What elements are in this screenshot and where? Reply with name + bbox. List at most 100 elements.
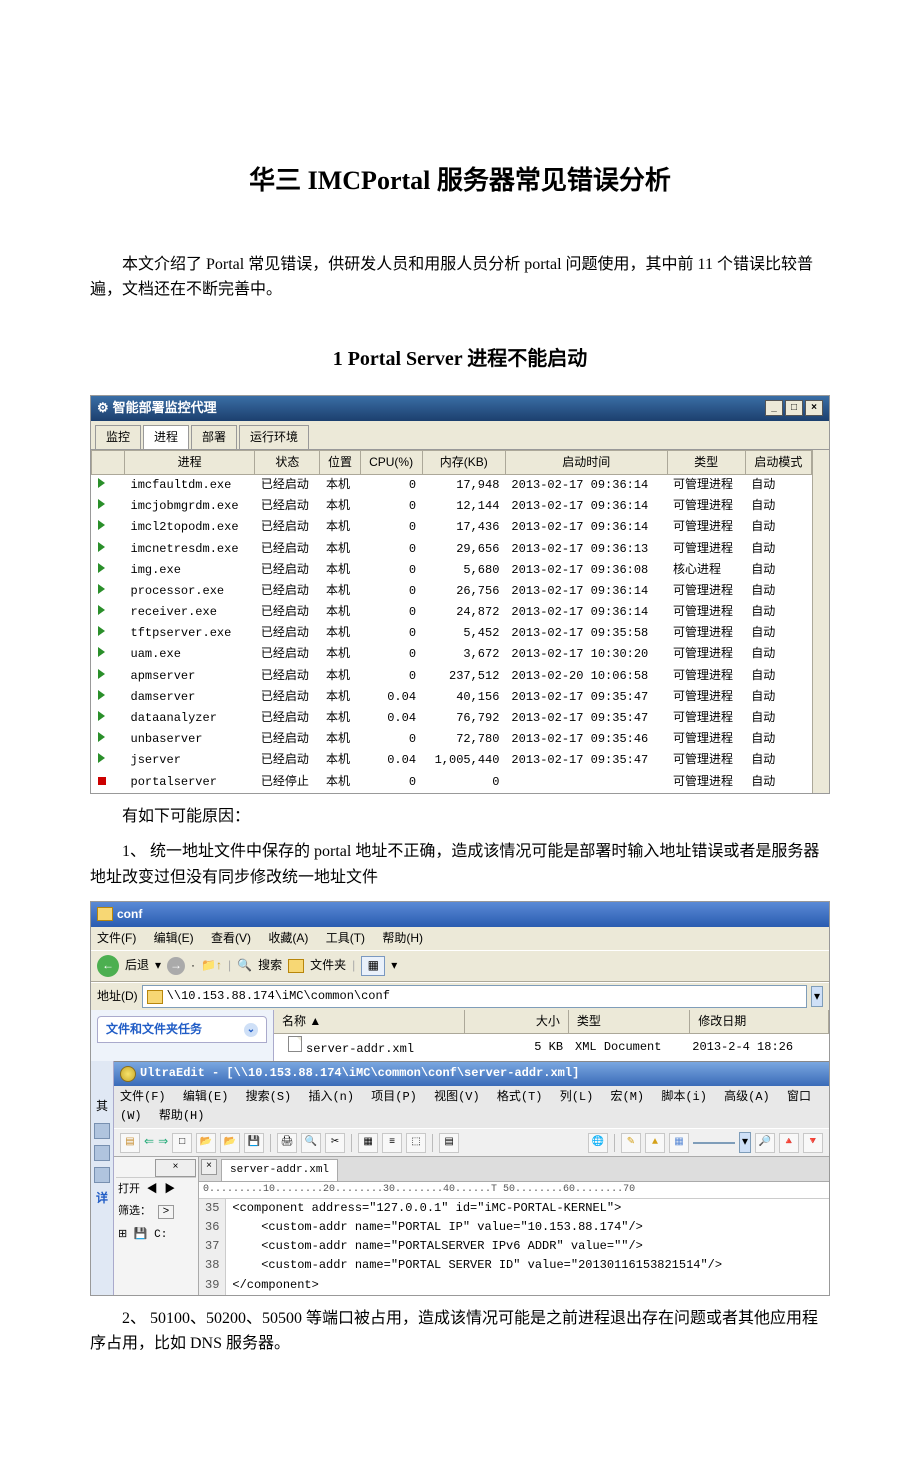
scrollbar[interactable] [812,450,829,793]
ue-editor[interactable]: 35 36 37 38 39 <component address="127.0… [199,1199,829,1295]
menu-fav[interactable]: 收藏(A) [268,931,308,945]
pane-close-icon[interactable]: × [155,1159,196,1177]
col-start[interactable]: 启动时间 [505,450,667,474]
col-icon[interactable] [92,450,125,474]
views-dropdown-icon[interactable]: ▾ [391,956,397,975]
col-size[interactable]: 大小 [465,1010,569,1033]
table-row[interactable]: apmserver已经启动本机0237,5122013-02-20 10:06:… [92,666,812,687]
col-mode[interactable]: 启动模式 [745,450,811,474]
table-row[interactable]: imcjobmgrdm.exe已经启动本机012,1442013-02-17 0… [92,496,812,517]
tb-cut-icon[interactable]: ✂ [325,1133,345,1153]
ue-menu-help[interactable]: 帮助(H) [159,1109,205,1123]
col-mem[interactable]: 内存(KB) [422,450,505,474]
folders-icon[interactable] [288,959,304,973]
tb-dropdown-icon[interactable]: ▾ [739,1132,751,1153]
table-row[interactable]: dataanalyzer已经启动本机0.0476,7922013-02-17 0… [92,708,812,729]
menu-file[interactable]: 文件(F) [97,931,136,945]
table-row[interactable]: img.exe已经启动本机05,6802013-02-17 09:36:08核心… [92,560,812,581]
table-row[interactable]: imcl2topodm.exe已经启动本机017,4362013-02-17 0… [92,517,812,538]
maximize-button[interactable]: □ [785,400,803,416]
tb-open-icon[interactable]: 📂 [196,1133,216,1153]
tb-save-icon[interactable]: 💾 [244,1133,264,1153]
tab-deploy[interactable]: 部署 [191,425,237,449]
tb-tool3-icon[interactable]: ▦ [669,1133,689,1153]
col-name[interactable]: 名称 ▲ [274,1010,465,1033]
back-label[interactable]: 后退 [125,956,149,975]
ue-menu-macro[interactable]: 宏(M) [611,1090,645,1104]
side-icon[interactable] [94,1167,110,1183]
side-icon[interactable] [94,1123,110,1139]
tb-tool2-icon[interactable]: ▲ [645,1133,665,1153]
col-cpu[interactable]: CPU(%) [360,450,422,474]
nav-prev-icon[interactable]: ◀ [147,1184,158,1196]
ue-code-lines[interactable]: <component address="127.0.0.1" id="iMC-P… [226,1199,728,1295]
tb-paste-icon[interactable]: ≡ [382,1133,402,1153]
search-label[interactable]: 搜索 [258,956,282,975]
search-icon[interactable]: 🔍 [237,956,252,975]
side-icon[interactable] [94,1145,110,1161]
table-row[interactable]: imcfaultdm.exe已经启动本机017,9482013-02-17 09… [92,474,812,496]
tb-hex-icon[interactable]: ⬚ [406,1133,426,1153]
tb-preview-icon[interactable]: 🔍 [301,1133,321,1153]
tb-tool1-icon[interactable]: ✎ [621,1133,641,1153]
ue-menu-edit[interactable]: 编辑(E) [183,1090,229,1104]
tb-arrow-right-icon[interactable]: ⇒ [158,1133,168,1152]
table-row[interactable]: unbaserver已经启动本机072,7802013-02-17 09:35:… [92,729,812,750]
tb-globe-icon[interactable]: 🌐 [588,1133,608,1153]
tb-find-icon[interactable]: 🔎 [755,1133,775,1153]
ue-menu-advanced[interactable]: 高级(A) [724,1090,770,1104]
tree-expand-icon[interactable]: ⊞ [118,1229,127,1241]
tb-doc-icon[interactable]: ▤ [439,1133,459,1153]
col-date[interactable]: 修改日期 [690,1010,829,1033]
minimize-button[interactable]: _ [765,400,783,416]
menu-tools[interactable]: 工具(T) [326,931,365,945]
tab-env[interactable]: 运行环境 [239,425,309,449]
table-row[interactable]: processor.exe已经启动本机026,7562013-02-17 09:… [92,581,812,602]
menu-help[interactable]: 帮助(H) [382,931,423,945]
tb-arrow-left-icon[interactable]: ⇐ [144,1133,154,1152]
file-tab[interactable]: server-addr.xml [221,1159,338,1181]
tb-findup-icon[interactable]: 🔺 [779,1133,799,1153]
back-dropdown-icon[interactable]: ▾ [155,956,161,975]
col-state[interactable]: 状态 [255,450,320,474]
drive-icon[interactable]: 💾 [134,1229,148,1241]
ue-menu-column[interactable]: 列(L) [560,1090,594,1104]
table-row[interactable]: portalserver已经停止本机00可管理进程自动 [92,772,812,793]
table-row[interactable]: uam.exe已经启动本机03,6722013-02-17 10:30:20可管… [92,644,812,665]
ue-menu-file[interactable]: 文件(F) [120,1090,166,1104]
col-type[interactable]: 类型 [667,450,745,474]
back-button[interactable]: ← [97,955,119,977]
menu-view[interactable]: 查看(V) [211,931,251,945]
ue-menu-project[interactable]: 项目(P) [371,1090,417,1104]
tb-copy-icon[interactable]: ▦ [358,1133,378,1153]
ue-menu-view[interactable]: 视图(V) [434,1090,480,1104]
filter-button[interactable]: > [158,1205,175,1219]
tb-print-icon[interactable]: 🖨 [277,1133,297,1153]
address-input[interactable]: \\10.153.88.174\iMC\common\conf [142,985,807,1008]
views-button[interactable]: ▦ [361,956,385,976]
tb-openquick-icon[interactable]: 📂 [220,1133,240,1153]
col-type[interactable]: 类型 [569,1010,690,1033]
folders-label[interactable]: 文件夹 [310,956,346,975]
ue-menu-search[interactable]: 搜索(S) [246,1090,292,1104]
col-process[interactable]: 进程 [125,450,255,474]
addr-dropdown-icon[interactable]: ▾ [811,986,823,1007]
tasks-header[interactable]: 文件和文件夹任务 ⌄ [97,1016,267,1043]
ue-menu-format[interactable]: 格式(T) [497,1090,543,1104]
ue-menu-insert[interactable]: 插入(n) [308,1090,354,1104]
tb-finddown-icon[interactable]: 🔻 [803,1133,823,1153]
tb-book-icon[interactable]: ▤ [120,1133,140,1153]
table-row[interactable]: receiver.exe已经启动本机024,8722013-02-17 09:3… [92,602,812,623]
tb-combo[interactable] [693,1142,735,1144]
table-row[interactable]: damserver已经启动本机0.0440,1562013-02-17 09:3… [92,687,812,708]
forward-button[interactable]: → [167,957,185,975]
tb-new-icon[interactable]: □ [172,1133,192,1153]
up-button[interactable]: 📁↑ [201,956,222,975]
nav-next-icon[interactable]: ▶ [164,1184,175,1196]
close-button[interactable]: × [805,400,823,416]
file-row[interactable]: server-addr.xml 5 KB XML Document 2013-2… [274,1034,829,1061]
col-loc[interactable]: 位置 [320,450,360,474]
chevron-down-icon[interactable]: ⌄ [244,1023,258,1037]
ue-menu-script[interactable]: 脚本(i) [661,1090,707,1104]
tab-monitor[interactable]: 监控 [95,425,141,449]
